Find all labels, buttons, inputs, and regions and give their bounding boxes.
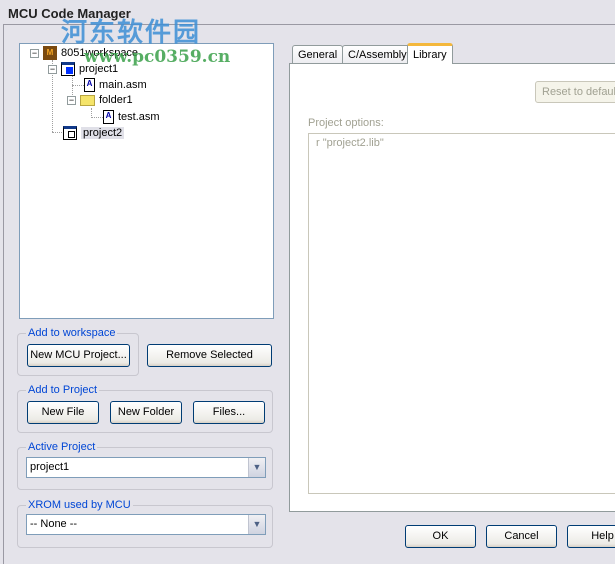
collapse-icon[interactable]: − xyxy=(30,48,39,58)
collapse-icon[interactable]: − xyxy=(67,95,76,105)
new-mcu-project-button[interactable]: New MCU Project... xyxy=(27,344,130,367)
ok-button[interactable]: OK xyxy=(405,525,476,548)
new-file-button[interactable]: New File xyxy=(27,401,99,424)
xrom-select[interactable]: -- None -- ▼ xyxy=(26,514,266,535)
workspace-icon: M xyxy=(43,46,57,60)
files-button[interactable]: Files... xyxy=(193,401,265,424)
remove-selected-button[interactable]: Remove Selected xyxy=(147,344,272,367)
asm-file-icon: A xyxy=(103,110,114,124)
folder-icon xyxy=(80,94,95,106)
project-icon xyxy=(61,62,75,76)
tab-library[interactable]: Library xyxy=(407,43,453,64)
workspace-tree[interactable]: − M 8051workspace − project1 A main.asm … xyxy=(19,43,274,319)
active-project-select[interactable]: project1 ▼ xyxy=(26,457,266,478)
tree-node-folder1[interactable]: − folder1 xyxy=(67,94,133,106)
project-icon xyxy=(63,126,77,140)
project-options-label: Project options: xyxy=(308,117,384,129)
tree-node-project2[interactable]: project2 xyxy=(63,126,125,140)
help-button[interactable]: Help xyxy=(567,525,615,548)
chevron-down-icon[interactable]: ▼ xyxy=(248,515,265,534)
tab-general[interactable]: General xyxy=(292,45,344,64)
new-folder-button[interactable]: New Folder xyxy=(110,401,182,424)
chevron-down-icon[interactable]: ▼ xyxy=(248,458,265,477)
library-tab-panel: Reset to default Project options: r "pro… xyxy=(289,63,615,512)
tree-node-main-asm[interactable]: A main.asm xyxy=(84,78,147,92)
tab-c-assembly[interactable]: C/Assembly xyxy=(342,45,413,64)
project-options-textarea[interactable]: r "project2.lib" xyxy=(308,133,615,494)
cancel-button[interactable]: Cancel xyxy=(486,525,557,548)
window-title: MCU Code Manager xyxy=(8,6,131,21)
asm-file-icon: A xyxy=(84,78,95,92)
tree-node-project1[interactable]: − project1 xyxy=(48,62,118,76)
reset-to-default-button[interactable]: Reset to default xyxy=(535,81,615,103)
tree-node-workspace[interactable]: − M 8051workspace xyxy=(30,46,138,60)
collapse-icon[interactable]: − xyxy=(48,64,57,74)
tree-node-test-asm[interactable]: A test.asm xyxy=(103,110,160,124)
